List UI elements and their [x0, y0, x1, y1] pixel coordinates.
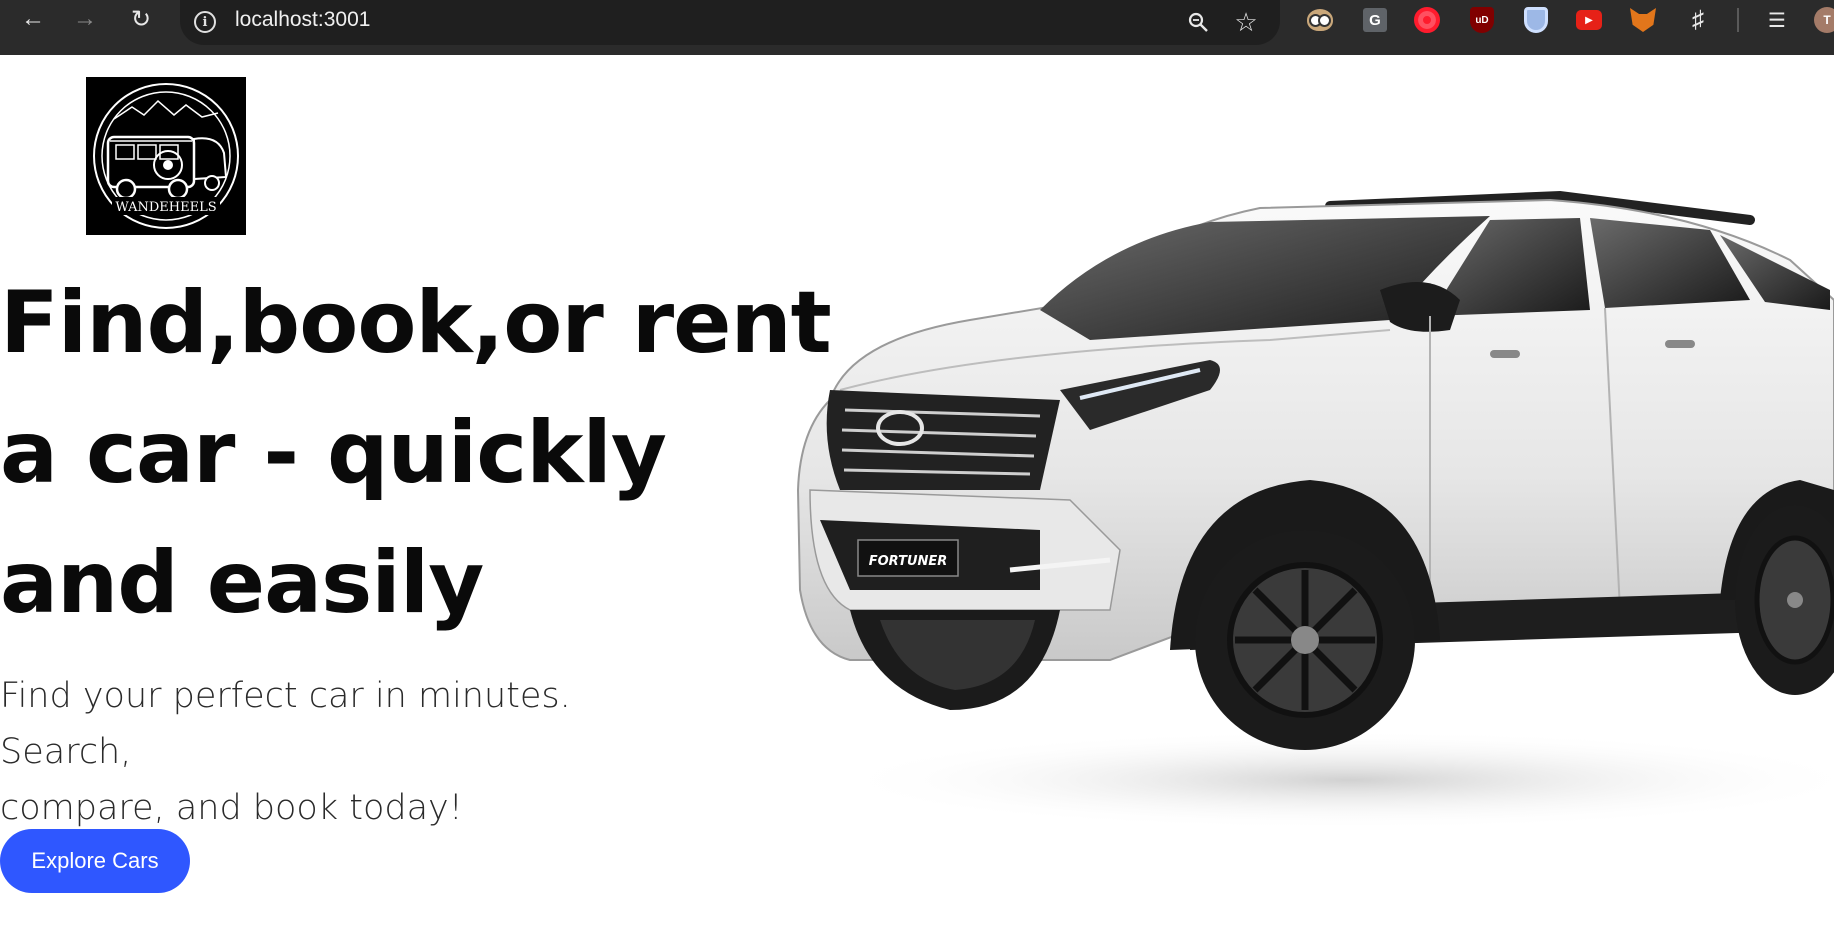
subtitle-line: compare, and book today!: [0, 788, 463, 828]
site-logo[interactable]: WANDEHEELS: [86, 77, 246, 235]
url-text[interactable]: localhost:3001: [235, 8, 370, 32]
metamask-fox-icon[interactable]: [1628, 5, 1658, 35]
arrow-right-icon: →: [73, 5, 97, 32]
forward-button[interactable]: →: [62, 0, 108, 38]
address-bar[interactable]: i localhost:3001 ☆: [180, 0, 1280, 45]
owl-extension-icon[interactable]: [1305, 5, 1335, 35]
logo-emblem: WANDEHEELS: [93, 83, 239, 229]
hero-headline: Find,book,or rent a car - quickly and ea…: [0, 258, 832, 648]
media-queue-icon[interactable]: ☰: [1762, 5, 1792, 35]
reload-icon: ↻: [130, 5, 152, 33]
shield-extension-icon[interactable]: [1521, 5, 1551, 35]
toolbar-divider: [1737, 8, 1739, 32]
license-plate-text: FORTUNER: [869, 554, 948, 569]
youtube-extension-icon[interactable]: ▶: [1574, 5, 1604, 35]
logo-wordmark: WANDEHEELS: [115, 200, 216, 215]
subtitle-line: Find your perfect car in minutes. Search…: [0, 676, 571, 772]
ublock-extension-icon[interactable]: uD: [1467, 5, 1497, 35]
g-extension-icon[interactable]: G: [1360, 5, 1390, 35]
opera-extension-icon[interactable]: [1412, 5, 1442, 35]
profile-avatar[interactable]: T: [1812, 5, 1834, 35]
reload-button[interactable]: ↻: [118, 0, 164, 38]
arrow-left-icon: ←: [21, 5, 45, 32]
suv-car-image: FORTUNER: [796, 190, 1834, 830]
extensions-puzzle-icon[interactable]: ♯: [1683, 5, 1713, 35]
browser-toolbar: ← → ↻ i localhost:3001 ☆ G uD ▶ ♯ ☰ T: [0, 0, 1834, 55]
zoom-icon[interactable]: [1180, 4, 1216, 40]
back-button[interactable]: ←: [10, 0, 56, 38]
hero-subtitle: Find your perfect car in minutes. Search…: [0, 668, 700, 836]
explore-cars-button[interactable]: Explore Cars: [0, 829, 190, 893]
headline-line: a car - quickly: [0, 403, 667, 503]
headline-line: and easily: [0, 533, 484, 633]
star-icon[interactable]: ☆: [1228, 4, 1264, 40]
headline-line: Find,book,or rent: [0, 273, 832, 373]
info-icon[interactable]: i: [194, 11, 216, 33]
